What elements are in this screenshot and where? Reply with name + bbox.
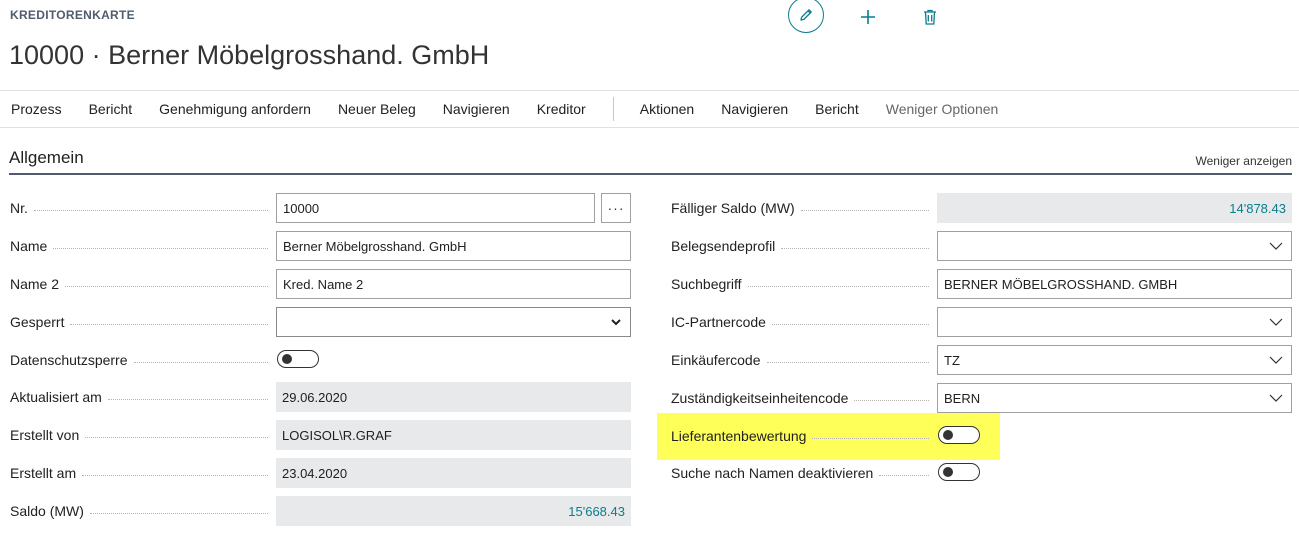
menu-navigieren[interactable]: Navigieren [443,101,510,117]
menu-aktionen[interactable]: Aktionen [640,101,694,117]
toggle-knob [943,430,953,440]
toggle-knob [943,467,953,477]
label-ic-partnercode: IC-Partnercode [671,307,937,337]
menu-genehmigung[interactable]: Genehmigung anfordern [159,101,311,117]
page-actions [788,0,948,34]
einkaeufercode-value: TZ [944,352,960,368]
ic-partnercode-select[interactable] [937,307,1292,337]
action-bar: Prozess Bericht Genehmigung anfordern Ne… [0,90,1299,128]
nr-field[interactable]: 10000 [276,193,595,223]
edit-button[interactable] [788,0,824,33]
zustaendigkeit-value: BERN [944,390,981,406]
chevron-down-icon [611,319,621,326]
gesperrt-select[interactable] [276,307,631,337]
einkaeufercode-select[interactable]: TZ [937,345,1292,375]
label-name: Name [10,231,276,261]
menu-separator [612,97,614,121]
label-gesperrt: Gesperrt [10,307,276,337]
section-title: Allgemein [9,148,84,167]
label-saldo: Saldo (MW) [10,496,276,526]
menu-bericht[interactable]: Bericht [89,101,133,117]
nr-lookup-button[interactable]: ··· [601,193,631,223]
belegsendeprofil-select[interactable] [937,231,1292,261]
aktualisiert-value: 29.06.2020 [276,382,631,412]
chevron-down-icon [1269,242,1283,250]
faelliger-saldo-link[interactable]: 14'878.43 [937,193,1292,223]
plus-icon [861,10,875,24]
pencil-icon [800,9,812,21]
less-options-button[interactable]: Weniger Optionen [886,101,999,117]
label-aktualisiert: Aktualisiert am [10,382,276,412]
page-caption: KREDITORENKARTE [10,8,135,22]
delete-button[interactable] [912,2,948,32]
page-title: 10000 · Berner Möbelgrosshand. GmbH [9,40,490,70]
erstellt-von-value: LOGISOL\R.GRAF [276,420,631,450]
suchbegriff-field[interactable]: BERNER MÖBELGROSSHAND. GMBH [937,269,1292,299]
datenschutz-toggle[interactable] [277,350,319,368]
trash-icon [924,9,936,25]
menu-navigieren-2[interactable]: Navigieren [721,101,788,117]
label-lieferantenbewertung: Lieferantenbewertung [671,421,937,451]
chevron-down-icon [1269,318,1283,326]
label-name2: Name 2 [10,269,276,299]
label-suche-namen: Suche nach Namen deaktivieren [671,458,937,488]
saldo-link[interactable]: 15'668.43 [276,496,631,526]
new-button[interactable] [850,2,886,32]
menu-neuer-beleg[interactable]: Neuer Beleg [338,101,416,117]
label-zustaendigkeit: Zuständigkeitseinheitencode [671,383,937,413]
lieferantenbewertung-toggle[interactable] [938,426,980,444]
label-erstellt-von: Erstellt von [10,420,276,450]
label-faelliger-saldo: Fälliger Saldo (MW) [671,193,937,223]
chevron-down-icon [1269,394,1283,402]
label-nr: Nr. [10,193,276,223]
section-divider [9,173,1292,175]
zustaendigkeit-select[interactable]: BERN [937,383,1292,413]
toggle-knob [282,354,292,364]
menu-kreditor[interactable]: Kreditor [537,101,586,117]
label-datenschutz: Datenschutzsperre [10,345,276,375]
menu-bericht-2[interactable]: Bericht [815,101,859,117]
suche-namen-toggle[interactable] [938,463,980,481]
name2-field[interactable]: Kred. Name 2 [276,269,631,299]
label-erstellt-am: Erstellt am [10,458,276,488]
chevron-down-icon [1269,356,1283,364]
menu-prozess[interactable]: Prozess [11,101,62,117]
show-less-link[interactable]: Weniger anzeigen [1195,154,1292,168]
name-field[interactable]: Berner Möbelgrosshand. GmbH [276,231,631,261]
label-suchbegriff: Suchbegriff [671,269,937,299]
label-belegsendeprofil: Belegsendeprofil [671,231,937,261]
label-einkaeufercode: Einkäufercode [671,345,937,375]
erstellt-am-value: 23.04.2020 [276,458,631,488]
